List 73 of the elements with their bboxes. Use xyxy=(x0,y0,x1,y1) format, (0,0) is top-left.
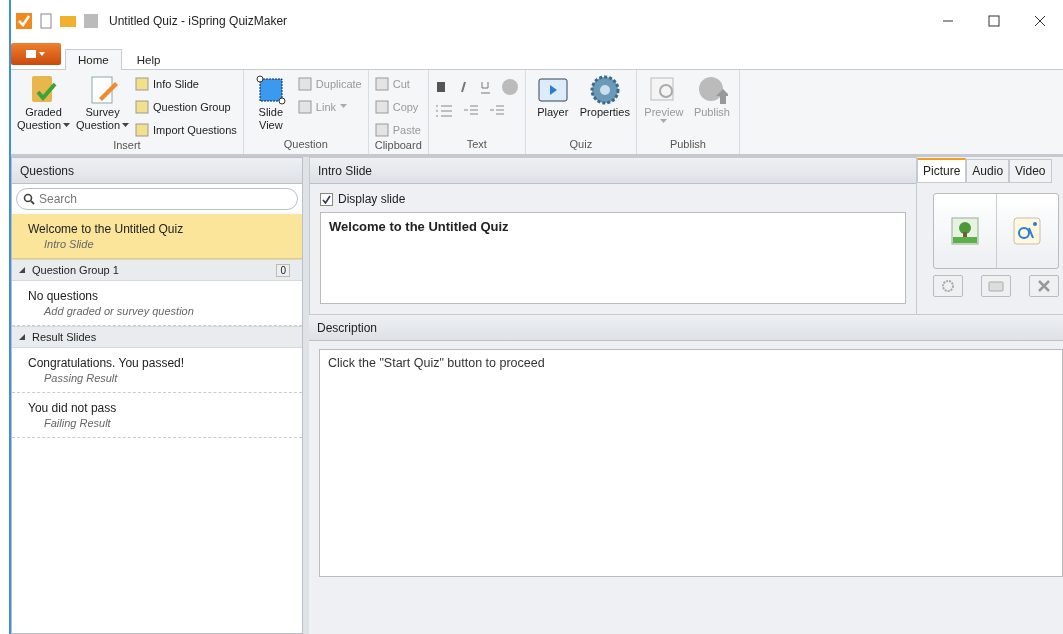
caret-icon xyxy=(63,123,71,128)
settings-icon xyxy=(941,279,955,293)
group-title: Result Slides xyxy=(32,331,97,343)
ribbon-button[interactable]: Info Slide xyxy=(135,74,237,93)
small-tool-icon xyxy=(374,99,389,114)
landscape-icon xyxy=(950,217,979,245)
close-icon xyxy=(1034,15,1046,27)
ribbon-tab[interactable]: Home xyxy=(65,49,122,70)
group-label: Publish xyxy=(668,138,707,152)
collapse-triangle-icon xyxy=(18,266,26,274)
slide-subtitle: Passing Result xyxy=(43,372,119,384)
ribbon-tab[interactable]: Help xyxy=(123,49,174,70)
collapse-triangle-icon xyxy=(18,333,26,341)
small-tool-icon xyxy=(374,76,389,91)
group-label: Insert xyxy=(112,139,142,153)
new-document-icon xyxy=(39,13,53,29)
slide-title: You did not pass xyxy=(28,401,118,415)
caret-icon xyxy=(660,119,668,124)
underline-icon xyxy=(478,80,491,94)
slide-list-item[interactable]: Welcome to the Untitled Quiz Intro Slide xyxy=(12,214,302,259)
description-field[interactable]: Click the "Start Quiz" button to proceed xyxy=(319,349,1063,577)
slide-title: No questions xyxy=(28,289,100,303)
slide-subtitle: Add graded or survey question xyxy=(42,305,195,317)
ribbon-button[interactable]: Slide View xyxy=(249,72,292,138)
small-tool-icon xyxy=(374,122,389,137)
close-icon xyxy=(1038,280,1050,292)
checkbox[interactable] xyxy=(320,192,333,206)
group-label: Clipboard xyxy=(374,139,422,153)
slide-subtitle: Failing Result xyxy=(43,417,112,429)
small-tool-icon xyxy=(297,76,312,91)
file-menu-button[interactable] xyxy=(11,43,61,65)
slide-title: Congratulations. You passed! xyxy=(28,356,186,370)
ribbon-button[interactable]: Player xyxy=(531,72,574,138)
menu-icon xyxy=(25,49,47,59)
small-tool-icon xyxy=(135,76,150,91)
ribbon-button[interactable]: Properties xyxy=(579,72,630,138)
maximize-icon xyxy=(988,15,1000,27)
media-tab[interactable]: Video xyxy=(1009,159,1052,183)
ribbon-button[interactable]: Question Group xyxy=(135,97,237,116)
media-tab[interactable]: Picture xyxy=(917,158,967,183)
delete-button[interactable] xyxy=(1029,275,1059,297)
ribbon-button[interactable]: Survey Question xyxy=(76,72,130,139)
indent-icon xyxy=(488,104,505,118)
group-label: Question xyxy=(282,138,329,152)
count-badge: 0 xyxy=(276,263,290,277)
group-title: Question Group 1 xyxy=(32,264,119,276)
settings-button[interactable] xyxy=(933,275,963,297)
window-title: Untitled Quiz - iSpring QuizMaker xyxy=(109,14,289,28)
caret-icon xyxy=(122,123,130,128)
media-tab[interactable]: Audio xyxy=(966,159,1010,183)
outdent-icon xyxy=(462,104,479,118)
checkbox-label: Display slide xyxy=(338,192,406,206)
small-tool-icon xyxy=(135,99,150,114)
search-field[interactable]: Search xyxy=(16,188,298,210)
slide-title-field[interactable]: Welcome to the Untitled Quiz xyxy=(320,212,906,304)
group-label: Quiz xyxy=(568,138,594,152)
caret-icon xyxy=(340,104,347,109)
search-icon xyxy=(23,193,35,205)
gear-icon xyxy=(588,74,621,106)
folder-button[interactable] xyxy=(981,275,1011,297)
slide-subtitle: Intro Slide xyxy=(43,238,95,250)
selection-icon xyxy=(254,74,287,106)
slide-title: Welcome to the Untitled Quiz xyxy=(28,222,185,236)
small-tool-icon xyxy=(297,99,312,114)
bullet-list-icon xyxy=(434,104,453,118)
panel-header: Questions xyxy=(12,158,302,184)
group-label: Text xyxy=(465,138,488,152)
ribbon-button[interactable]: Import Questions xyxy=(135,120,237,139)
small-tool-icon xyxy=(135,122,150,137)
alpha-squared-icon xyxy=(1013,217,1042,245)
ribbon-button[interactable]: Graded Question xyxy=(17,72,71,139)
app-logo-icon xyxy=(15,12,33,30)
check-icon xyxy=(322,194,331,204)
